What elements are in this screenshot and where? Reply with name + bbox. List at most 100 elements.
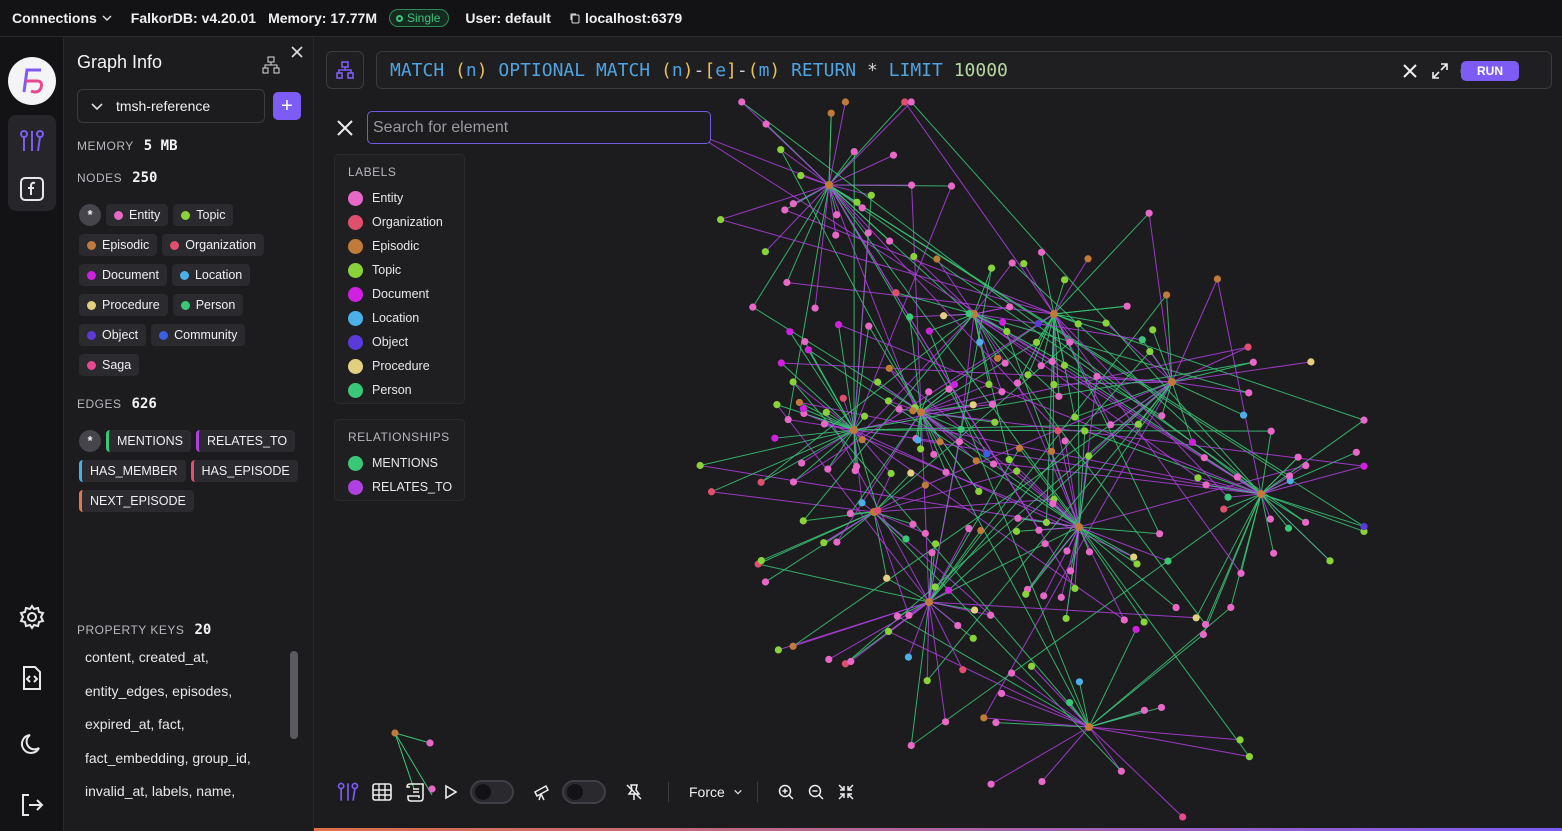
graph-node[interactable] xyxy=(858,204,866,212)
graph-edge[interactable] xyxy=(873,511,926,534)
graph-node[interactable] xyxy=(846,509,854,518)
graph-node[interactable] xyxy=(1307,358,1315,366)
graph-view-rail-button[interactable] xyxy=(14,123,50,159)
explore-button[interactable] xyxy=(528,778,556,806)
graph-node[interactable] xyxy=(1027,662,1036,670)
graph-node[interactable] xyxy=(1249,358,1257,366)
search-input[interactable] xyxy=(367,111,711,144)
graph-node[interactable] xyxy=(853,198,861,206)
graph-node[interactable] xyxy=(1075,678,1084,686)
graph-edge[interactable] xyxy=(888,631,1090,728)
graph-node[interactable] xyxy=(847,657,855,666)
graph-node[interactable] xyxy=(1194,474,1202,482)
graph-edge[interactable] xyxy=(1216,278,1262,495)
graph-node[interactable] xyxy=(976,338,984,346)
graph-node[interactable] xyxy=(998,388,1006,396)
graph-node[interactable] xyxy=(799,405,807,413)
graph-edge[interactable] xyxy=(694,132,830,186)
graph-node[interactable] xyxy=(1132,625,1140,634)
graph-edge[interactable] xyxy=(828,154,894,186)
table-view-button[interactable] xyxy=(368,778,396,806)
graph-node[interactable] xyxy=(804,346,812,354)
graph-node[interactable] xyxy=(1352,448,1360,456)
graph-node[interactable] xyxy=(892,289,900,297)
graph-node[interactable] xyxy=(1155,530,1164,538)
graph-node[interactable] xyxy=(1065,698,1074,707)
graph-node[interactable] xyxy=(1134,420,1142,428)
graph-node[interactable] xyxy=(1120,616,1128,624)
settings-rail-button[interactable] xyxy=(14,599,50,635)
legend-item[interactable]: RELATES_TO xyxy=(348,475,464,499)
graph-node[interactable] xyxy=(1060,361,1069,369)
graph-node[interactable] xyxy=(833,538,841,546)
graph-edge[interactable] xyxy=(741,101,1262,495)
graph-node[interactable] xyxy=(884,397,893,405)
graph-edge[interactable] xyxy=(1260,493,1365,528)
graph-node[interactable] xyxy=(1130,553,1138,561)
graph-node[interactable] xyxy=(827,109,835,117)
graph-node[interactable] xyxy=(942,468,950,476)
graph-node[interactable] xyxy=(784,415,792,424)
graph-node[interactable] xyxy=(944,586,953,594)
graph-edge[interactable] xyxy=(1088,726,1241,741)
legend-item[interactable]: Procedure xyxy=(348,354,464,378)
graph-node[interactable] xyxy=(801,337,809,346)
graph-node[interactable] xyxy=(992,719,1000,727)
animation-toggle[interactable] xyxy=(470,780,514,804)
node-label-chip[interactable]: Procedure xyxy=(79,294,168,316)
graph-node[interactable] xyxy=(771,434,779,442)
graph-node[interactable] xyxy=(798,459,806,467)
node-label-chip[interactable]: Organization xyxy=(162,234,265,256)
graph-node[interactable] xyxy=(1140,618,1148,626)
graph-node[interactable] xyxy=(833,211,841,219)
graph-node[interactable] xyxy=(921,529,929,538)
graph-node[interactable] xyxy=(825,181,833,189)
graph-node[interactable] xyxy=(1266,515,1274,523)
graph-node[interactable] xyxy=(1012,527,1021,535)
graph-node[interactable] xyxy=(1075,523,1083,531)
docs-rail-button[interactable] xyxy=(14,660,50,696)
graph-node[interactable] xyxy=(1158,412,1166,420)
graph-node[interactable] xyxy=(1146,347,1154,356)
close-search-button[interactable] xyxy=(336,119,354,142)
graph-node[interactable] xyxy=(1213,275,1222,283)
graph-node[interactable] xyxy=(1117,767,1125,775)
graph-node[interactable] xyxy=(864,229,872,237)
graph-node[interactable] xyxy=(917,445,925,453)
graph-node[interactable] xyxy=(1074,320,1082,328)
graph-node[interactable] xyxy=(1061,276,1069,284)
graph-node[interactable] xyxy=(1048,357,1056,366)
graph-node[interactable] xyxy=(925,388,933,396)
graph-node[interactable] xyxy=(884,627,893,636)
graph-node[interactable] xyxy=(993,354,1002,362)
graph-edge[interactable] xyxy=(741,101,830,186)
graph-edge[interactable] xyxy=(904,101,1055,315)
graph-node[interactable] xyxy=(811,304,819,312)
graph-node[interactable] xyxy=(970,606,979,614)
graph-node[interactable] xyxy=(1192,614,1200,622)
graph-node[interactable] xyxy=(865,322,873,330)
pin-toggle-button[interactable] xyxy=(620,778,648,806)
graph-node[interactable] xyxy=(1050,310,1058,318)
query-editor[interactable]: MATCH (n) OPTIONAL MATCH (n)-[e]-(m) RET… xyxy=(376,51,1552,89)
graph-node[interactable] xyxy=(1227,603,1235,612)
graph-node[interactable] xyxy=(1326,557,1334,565)
graph-node[interactable] xyxy=(825,655,833,664)
graph-node[interactable] xyxy=(1360,416,1368,424)
graph-edge[interactable] xyxy=(711,491,875,513)
animation-play-button[interactable] xyxy=(436,778,464,806)
graph-node[interactable] xyxy=(1024,371,1032,379)
graph-node[interactable] xyxy=(1035,526,1043,534)
close-panel-button[interactable] xyxy=(290,45,304,64)
graph-node[interactable] xyxy=(1022,590,1030,598)
graph-node[interactable] xyxy=(893,612,901,620)
graph-edge[interactable] xyxy=(1078,526,1145,623)
graph-node[interactable] xyxy=(904,653,913,661)
graph-node[interactable] xyxy=(789,478,798,486)
graph-node[interactable] xyxy=(947,182,956,190)
graph-node[interactable] xyxy=(1040,592,1048,600)
graph-node[interactable] xyxy=(987,264,996,272)
metadata-view-button[interactable] xyxy=(402,778,430,806)
graph-node[interactable] xyxy=(762,120,770,128)
graph-node[interactable] xyxy=(1284,524,1293,532)
